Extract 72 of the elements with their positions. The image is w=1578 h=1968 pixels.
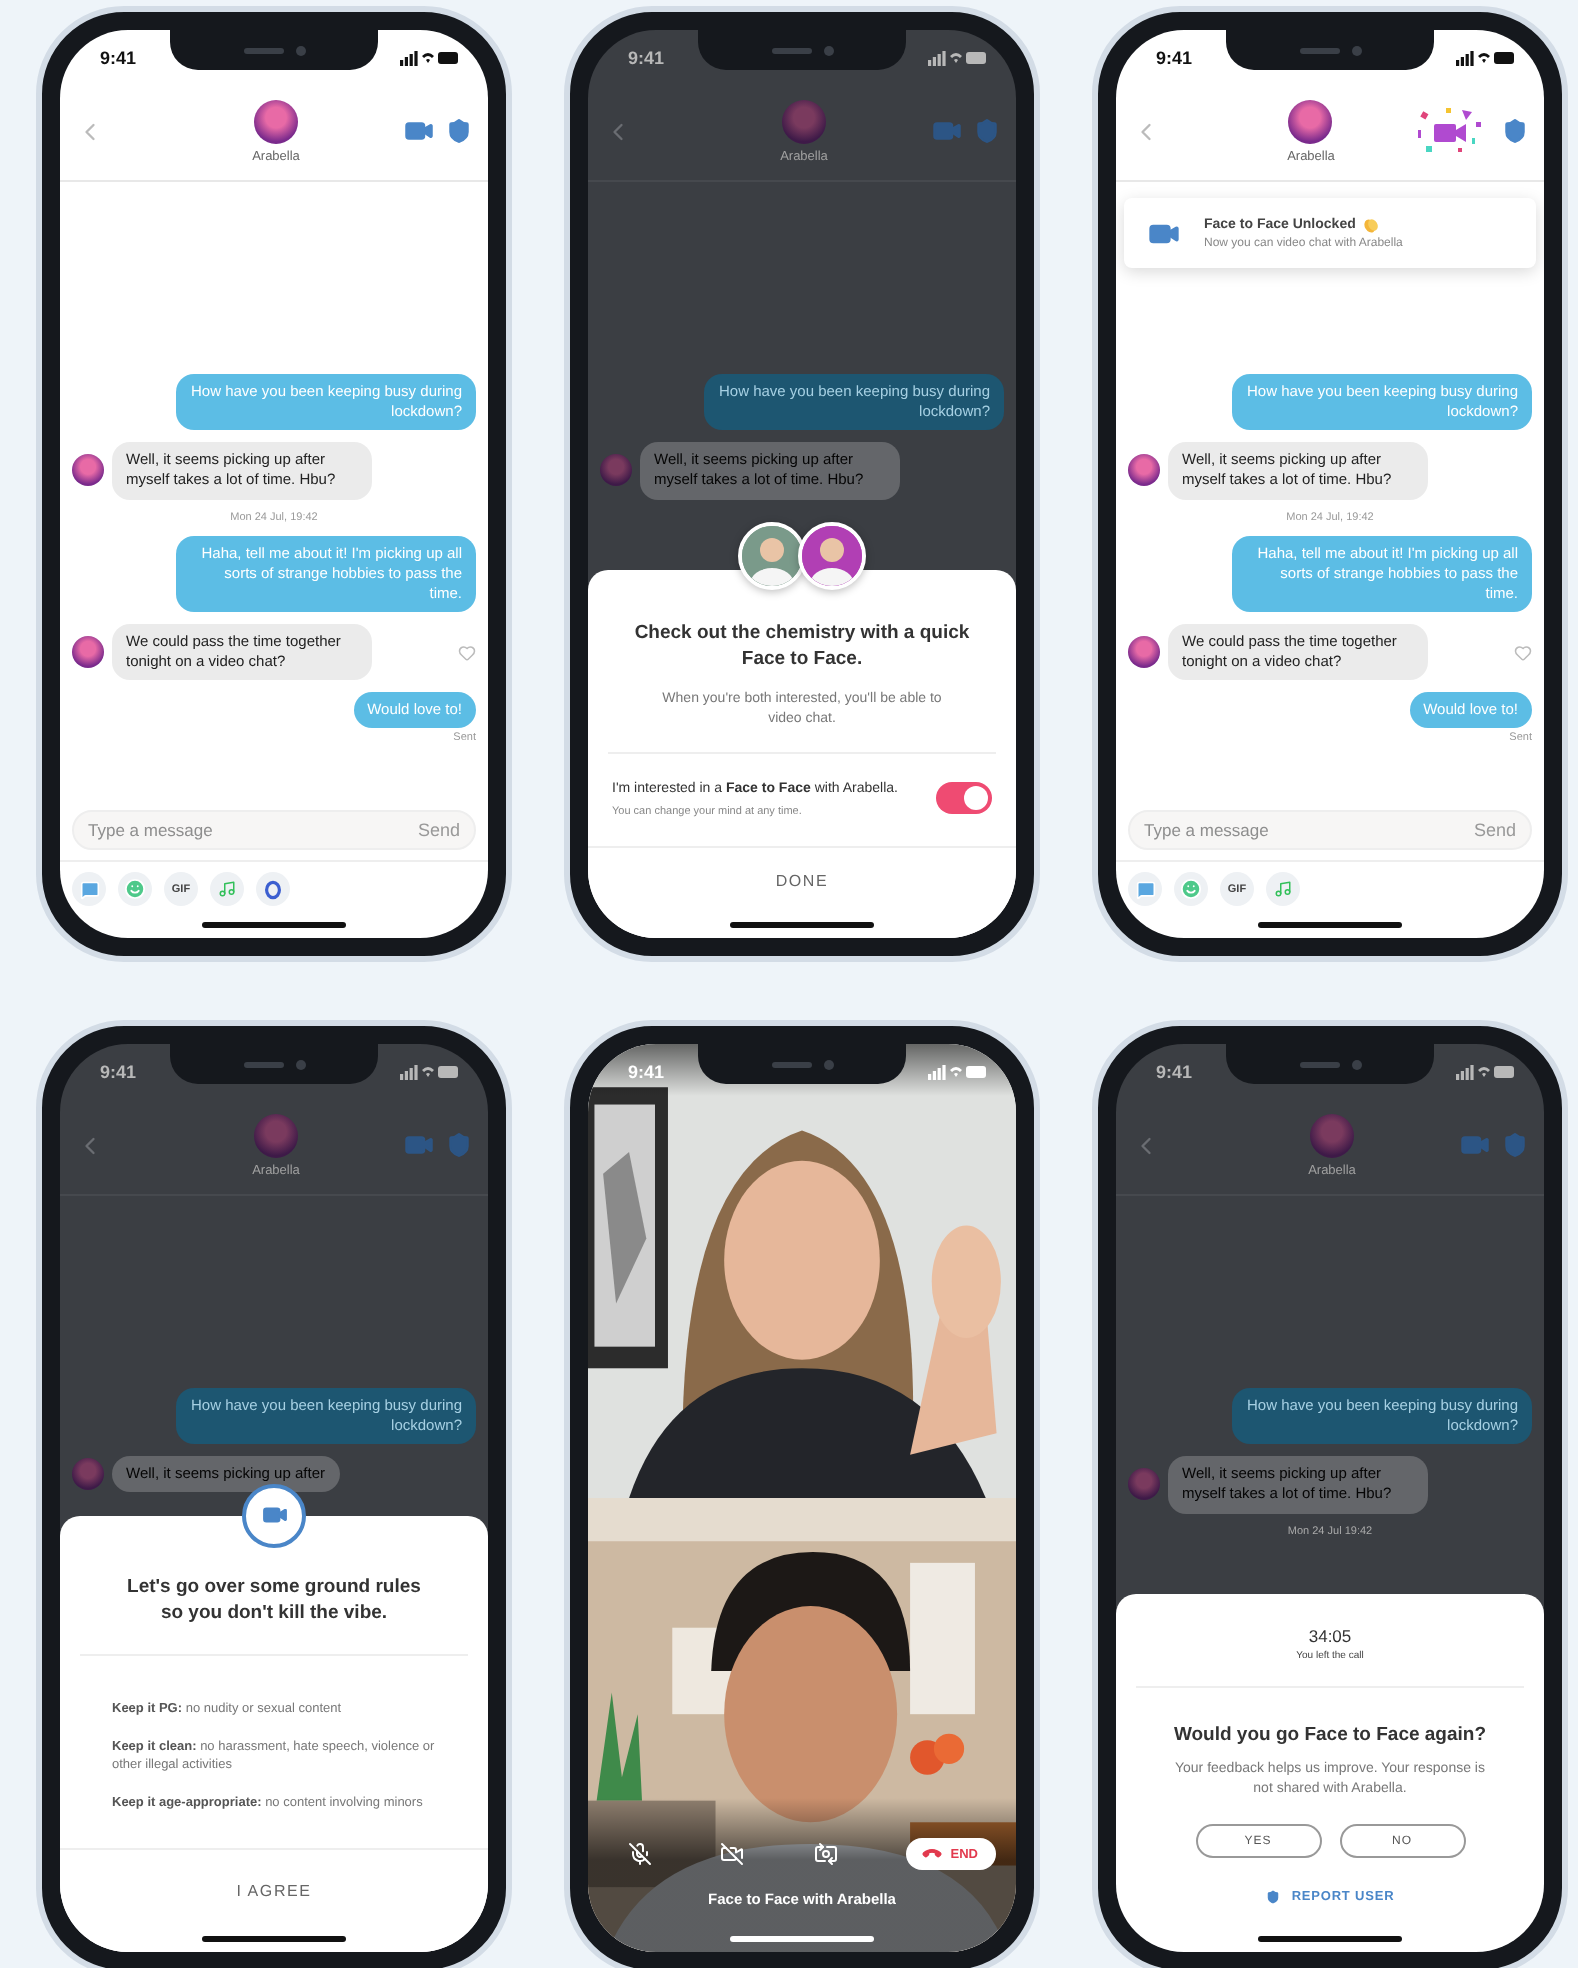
chat-bubble-icon (1135, 879, 1155, 899)
shield-icon (973, 118, 1000, 144)
toggle-switch[interactable] (936, 782, 992, 815)
smiley-icon (124, 878, 146, 900)
clapping-hands-icon (1361, 216, 1380, 234)
call-duration: 34:05 (1306, 1625, 1354, 1646)
signal-wifi-battery-icon (400, 1064, 460, 1080)
signal-wifi-battery-icon (928, 1064, 988, 1080)
camera-off-icon (720, 1842, 745, 1866)
smiley-icon (1180, 878, 1202, 900)
chat-bubble-button[interactable] (1128, 872, 1162, 906)
agree-button[interactable]: I AGREE (60, 1848, 488, 1952)
heart-icon (1514, 643, 1532, 661)
sheet-title: Check out the chemistry with a quick Face to Face. (632, 622, 972, 674)
shield-icon (1501, 1132, 1528, 1158)
music-note-icon (1274, 880, 1292, 898)
safety-shield-button[interactable] (445, 118, 472, 144)
sheet-title: Let's go over some ground rules so you don't kill the vibe. (125, 1575, 423, 1627)
status-time: 9:41 (100, 48, 137, 68)
music-button[interactable] (210, 872, 244, 906)
smiley-sticker-button[interactable] (1174, 872, 1208, 906)
ring-icon (264, 879, 282, 899)
shield-icon (1265, 1890, 1280, 1904)
home-indicator (730, 1935, 874, 1941)
like-button[interactable] (458, 643, 476, 661)
home-indicator (1258, 1935, 1402, 1941)
mute-button[interactable] (628, 1842, 652, 1866)
shield-icon (445, 1132, 472, 1158)
video-call-button[interactable] (403, 116, 434, 146)
signal-wifi-battery-icon (928, 50, 988, 66)
sheet-title: Would you go Face to Face again? (1171, 1723, 1489, 1749)
safety-shield-button[interactable] (1501, 118, 1528, 144)
video-camera-icon (403, 116, 434, 146)
camera-off-button[interactable] (720, 1842, 745, 1866)
music-button[interactable] (1266, 872, 1300, 906)
chat-bubble-button[interactable] (72, 872, 106, 906)
signal-wifi-battery-icon (400, 50, 460, 66)
status-time: 9:41 (628, 1062, 665, 1082)
avatar (1128, 636, 1160, 668)
chat-bubble-icon (79, 879, 99, 899)
avatar[interactable] (1288, 99, 1333, 143)
status-time: 9:41 (628, 48, 665, 68)
avatar (1128, 454, 1160, 487)
signal-wifi-battery-icon (1456, 50, 1516, 66)
home-indicator (202, 1935, 346, 1941)
signal-wifi-battery-icon (1456, 1064, 1516, 1080)
smiley-sticker-button[interactable] (118, 872, 152, 906)
video-camera-icon (931, 116, 962, 146)
avatar (600, 454, 632, 487)
avatar[interactable] (253, 99, 298, 143)
home-indicator (730, 921, 874, 927)
done-button[interactable]: DONE (588, 846, 1016, 938)
status-time: 9:41 (100, 1062, 137, 1082)
shield-icon (445, 118, 472, 144)
ring-button[interactable] (256, 872, 290, 906)
home-indicator (1258, 921, 1402, 927)
avatar (72, 1458, 104, 1491)
home-indicator (202, 921, 346, 927)
switch-camera-button[interactable] (813, 1842, 838, 1866)
shield-icon (1501, 118, 1528, 144)
status-time: 9:41 (1156, 1062, 1193, 1082)
avatar (1128, 1468, 1160, 1501)
switch-camera-icon (813, 1842, 838, 1866)
like-button[interactable] (1514, 643, 1532, 661)
video-camera-icon (1459, 1130, 1490, 1160)
music-note-icon (218, 880, 236, 898)
status-time: 9:41 (1156, 48, 1193, 68)
heart-icon (458, 643, 476, 661)
avatar (72, 636, 104, 668)
video-camera-icon (403, 1130, 434, 1160)
avatar (72, 454, 104, 487)
mic-off-icon (628, 1842, 652, 1866)
